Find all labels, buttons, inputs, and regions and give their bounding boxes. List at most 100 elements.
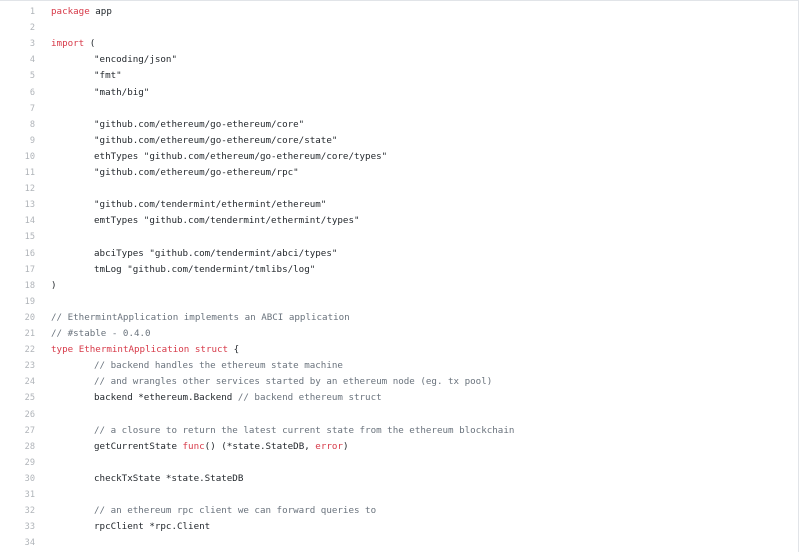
line-number[interactable]: 14	[0, 213, 35, 229]
code-keyword: EthermintApplication	[78, 344, 190, 356]
code-line: 20 // EthermintApplication implements an …	[0, 310, 798, 326]
code-line: 24 // and wrangles other services started…	[0, 374, 798, 390]
code-line: 15	[0, 229, 798, 245]
line-number[interactable]: 31	[0, 487, 35, 503]
line-number[interactable]: 12	[0, 181, 35, 197]
line-number[interactable]: 13	[0, 197, 35, 213]
code-text: backend *ethereum.Backend // backend eth…	[94, 390, 382, 406]
code-token: "fmt"	[94, 70, 122, 82]
code-keyword: struct	[194, 344, 229, 356]
code-text: )	[51, 278, 57, 294]
code-line: 30 checkTxState *state.StateDB	[0, 471, 798, 487]
code-line: 8 "github.com/ethereum/go-ethereum/core"	[0, 117, 798, 133]
code-line: 21 // #stable - 0.4.0	[0, 326, 798, 342]
code-line: 12	[0, 181, 798, 197]
code-comment: // backend handles the ethereum state ma…	[94, 360, 343, 372]
code-line: 31	[0, 487, 798, 503]
code-token: "math/big"	[94, 86, 150, 98]
line-number[interactable]: 21	[0, 326, 35, 342]
code-text: "github.com/ethereum/go-ethereum/rpc"	[94, 165, 299, 181]
code-text: tmLog "github.com/tendermint/tmlibs/log"	[94, 262, 315, 278]
code-text: emtTypes "github.com/tendermint/ethermin…	[94, 213, 360, 229]
code-text: getCurrentState func() (*state.StateDB, …	[94, 439, 349, 455]
code-line: 9 "github.com/ethereum/go-ethereum/core/s…	[0, 133, 798, 149]
code-token: "github.com/tendermint/ethermint/ethereu…	[94, 199, 327, 211]
line-number[interactable]: 30	[0, 471, 35, 487]
code-token: () (*state.StateDB,	[204, 440, 316, 452]
line-number[interactable]: 9	[0, 133, 35, 149]
code-line: 2	[0, 20, 798, 36]
code-text: type EthermintApplication struct {	[51, 342, 239, 358]
code-viewer: 1 package app 2 3 import (4 "encoding/json" 5 "…	[0, 0, 799, 552]
code-token: "encoding/json"	[94, 54, 177, 66]
line-number[interactable]: 34	[0, 535, 35, 551]
code-token: emtTypes "github.com/tendermint/ethermin…	[94, 215, 360, 227]
line-number[interactable]: 8	[0, 117, 35, 133]
line-number[interactable]: 15	[0, 229, 35, 245]
code-token: "github.com/ethereum/go-ethereum/core"	[94, 118, 305, 130]
line-number[interactable]: 1	[0, 4, 35, 20]
code-line: 28 getCurrentState func() (*state.StateDB…	[0, 439, 798, 455]
code-text: "github.com/tendermint/ethermint/ethereu…	[94, 197, 326, 213]
line-number[interactable]: 18	[0, 278, 35, 294]
line-number[interactable]: 27	[0, 423, 35, 439]
code-comment: // backend ethereum struct	[237, 392, 382, 404]
code-keyword: error	[315, 440, 343, 452]
code-token: {	[228, 344, 240, 356]
code-line: 17 tmLog "github.com/tendermint/tmlibs/lo…	[0, 262, 798, 278]
code-comment: // a closure to return the latest curren…	[94, 424, 515, 436]
line-number[interactable]: 24	[0, 374, 35, 390]
line-number[interactable]: 25	[0, 390, 35, 406]
line-number[interactable]: 3	[0, 36, 35, 52]
line-number[interactable]: 10	[0, 149, 35, 165]
code-token: "github.com/ethereum/go-ethereum/core/st…	[94, 134, 338, 146]
line-number[interactable]: 7	[0, 101, 35, 117]
code-line: 10 ethTypes "github.com/ethereum/go-ether…	[0, 149, 798, 165]
line-number[interactable]: 2	[0, 20, 35, 36]
line-number[interactable]: 6	[0, 85, 35, 101]
code-text: // EthermintApplication implements an AB…	[51, 310, 350, 326]
code-line: 33 rpcClient *rpc.Client	[0, 519, 798, 535]
line-number[interactable]: 16	[0, 246, 35, 262]
line-number[interactable]: 29	[0, 455, 35, 471]
code-line: 32 // an ethereum rpc client we can forwa…	[0, 503, 798, 519]
line-number[interactable]: 23	[0, 358, 35, 374]
code-comment: // #stable - 0.4.0	[51, 328, 151, 339]
code-line: 14 emtTypes "github.com/tendermint/etherm…	[0, 213, 798, 229]
code-line: 26	[0, 407, 798, 423]
code-token: (	[84, 38, 96, 50]
code-text: checkTxState *state.StateDB	[94, 471, 243, 487]
code-keyword: import	[51, 38, 85, 50]
code-text: import (	[51, 36, 95, 52]
code-token: checkTxState *state.StateDB	[94, 472, 244, 484]
code-text: package app	[51, 4, 112, 20]
code-text: // #stable - 0.4.0	[51, 326, 151, 342]
code-text: "math/big"	[94, 85, 149, 101]
line-number[interactable]: 4	[0, 52, 35, 68]
code-text: "github.com/ethereum/go-ethereum/core"	[94, 117, 304, 133]
code-line: 11 "github.com/ethereum/go-ethereum/rpc"	[0, 165, 798, 181]
line-number[interactable]: 19	[0, 294, 35, 310]
line-number[interactable]: 17	[0, 262, 35, 278]
code-comment: // and wrangles other services started b…	[94, 376, 493, 388]
code-token: )	[342, 440, 349, 452]
line-number[interactable]: 20	[0, 310, 35, 326]
code-line: 23 // backend handles the ethereum state …	[0, 358, 798, 374]
line-number[interactable]: 22	[0, 342, 35, 358]
line-number[interactable]: 5	[0, 68, 35, 84]
line-number[interactable]: 33	[0, 519, 35, 535]
line-number[interactable]: 11	[0, 165, 35, 181]
code-keyword: type	[51, 344, 74, 356]
code-line: 6 "math/big"	[0, 85, 798, 101]
code-text: "encoding/json"	[94, 52, 177, 68]
code-text: abciTypes "github.com/tendermint/abci/ty…	[94, 246, 337, 262]
line-number[interactable]: 32	[0, 503, 35, 519]
code-token: "github.com/ethereum/go-ethereum/rpc"	[94, 167, 299, 178]
code-keyword: func	[182, 440, 205, 452]
line-number[interactable]: 28	[0, 439, 35, 455]
line-number[interactable]: 26	[0, 407, 35, 423]
code-line: 3 import (	[0, 36, 798, 52]
code-line: 19	[0, 294, 798, 310]
code-token: abciTypes "github.com/tendermint/abci/ty…	[94, 247, 338, 259]
code-text: rpcClient *rpc.Client	[94, 519, 210, 535]
